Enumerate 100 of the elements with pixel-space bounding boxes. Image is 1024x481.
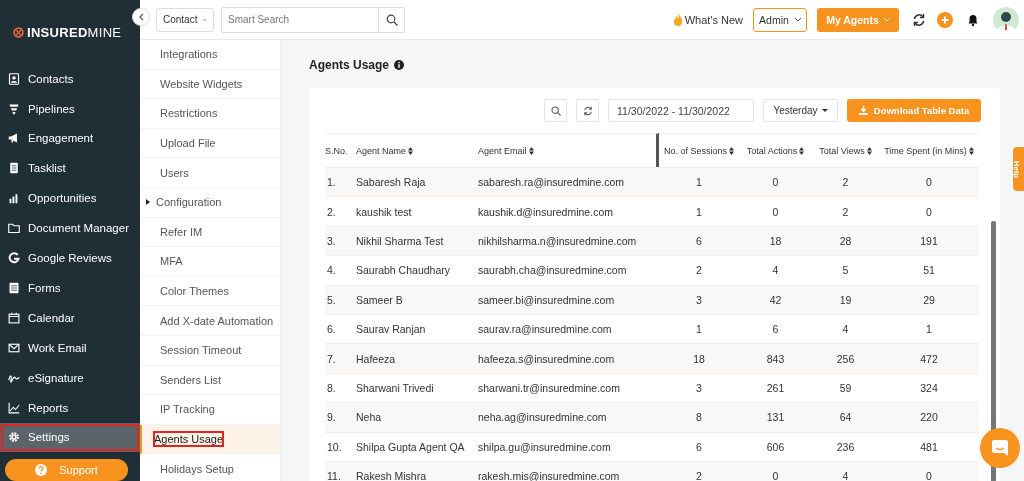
sort-icon[interactable]: [729, 146, 734, 155]
sidebar-item[interactable]: Contacts: [0, 63, 140, 94]
flame-icon: [672, 13, 683, 26]
table-cell: 1: [696, 323, 702, 336]
submenu-item[interactable]: Holidays Setup: [140, 454, 280, 481]
folder-icon: [8, 222, 20, 235]
refresh-icon[interactable]: [912, 12, 926, 27]
bell-icon[interactable]: [966, 12, 980, 27]
table-cell: saurav.ra@insuredmine.com: [478, 323, 612, 336]
caret-icon: [883, 17, 890, 22]
submenu-item[interactable]: Website Widgets: [140, 69, 280, 100]
whats-new-link[interactable]: What's New: [672, 13, 743, 26]
submenu-item[interactable]: Add X-date Automation: [140, 306, 280, 336]
table-cell: 1: [696, 176, 702, 189]
chart-icon: [8, 401, 20, 414]
g-icon: [8, 252, 20, 265]
column-header[interactable]: No. of Sessions: [664, 145, 727, 156]
calendar-icon: [8, 311, 20, 324]
table-cell: 18: [769, 234, 782, 247]
submenu-item[interactable]: Users: [140, 158, 280, 188]
column-header[interactable]: Agent Email: [478, 145, 527, 156]
sort-icon[interactable]: [799, 146, 805, 155]
sort-icon[interactable]: [528, 146, 534, 155]
sidebar-item[interactable]: Google Reviews: [0, 243, 140, 273]
sort-icon[interactable]: [408, 146, 414, 155]
bars-icon: [8, 192, 20, 205]
search-button[interactable]: [544, 99, 567, 122]
table-cell: 220: [920, 411, 938, 424]
column-header[interactable]: Time Spent (in Mins): [884, 145, 967, 156]
sidebar-item[interactable]: Settings: [0, 422, 140, 453]
table-cell: 261: [766, 381, 785, 394]
submenu-item[interactable]: MFA: [140, 247, 280, 277]
column-header[interactable]: Total Views: [819, 145, 865, 156]
info-icon[interactable]: [394, 60, 405, 70]
table-cell: 28: [839, 234, 852, 247]
sort-icon[interactable]: [968, 146, 974, 155]
contacts-icon: [8, 72, 20, 85]
search-button[interactable]: [378, 7, 404, 32]
submenu-item[interactable]: IP Tracking: [140, 395, 280, 425]
table-cell: Hafeeza: [356, 352, 396, 365]
table-cell: 6: [696, 440, 702, 453]
submenu-item[interactable]: Color Themes: [140, 276, 280, 307]
sidebar-item[interactable]: Reports: [0, 392, 140, 423]
submenu-item[interactable]: Integrations: [140, 40, 280, 70]
table-cell: 5: [842, 264, 849, 277]
column-header[interactable]: Total Actions: [746, 145, 798, 156]
table-cell: Nikhil Sharma Test: [356, 234, 444, 247]
search-icon: [385, 13, 398, 26]
sidebar-item[interactable]: Opportunities: [0, 183, 140, 214]
sidebar-item[interactable]: Tasklist: [0, 153, 140, 184]
logo-icon: [13, 27, 24, 39]
table-cell: 131: [766, 411, 785, 424]
period-dropdown[interactable]: Yesterday: [763, 99, 838, 122]
table-cell: Neha: [356, 411, 382, 424]
date-range-field[interactable]: 11/30/2022 - 11/30/2022: [608, 99, 754, 122]
avatar[interactable]: [993, 6, 1019, 33]
submenu-item[interactable]: Configuration: [140, 187, 280, 218]
submenu-item[interactable]: Session Timeout: [140, 335, 280, 366]
table-cell: 3.: [327, 234, 336, 247]
sidebar-item[interactable]: Engagement: [0, 123, 140, 154]
gear-icon: [8, 431, 20, 444]
submenu-item[interactable]: Refer IM: [140, 217, 280, 248]
sidebar-item[interactable]: Pipelines: [0, 93, 140, 124]
page-title: Agents Usage: [309, 58, 390, 72]
column-header[interactable]: S.No.: [325, 145, 348, 156]
sidebar-item[interactable]: Work Email: [0, 332, 140, 363]
table-cell: 843: [766, 352, 785, 365]
table-cell: Shilpa Gupta Agent QA: [356, 440, 465, 453]
table-cell: 6.: [327, 323, 336, 336]
table-cell: 0: [926, 176, 932, 189]
table-cell: 7.: [327, 352, 336, 365]
submenu-item[interactable]: Restrictions: [140, 99, 280, 129]
column-header[interactable]: Agent Name: [356, 145, 407, 156]
table-cell: Saurav Ranjan: [356, 323, 426, 336]
scope-dropdown[interactable]: Contact: [156, 7, 214, 32]
table-cell: saurabh.cha@insuredmine.com: [478, 264, 627, 277]
sidebar-item[interactable]: Forms: [0, 273, 140, 303]
table-cell: 4: [842, 323, 849, 336]
refresh-button[interactable]: [576, 99, 599, 122]
table-cell: 0: [772, 176, 779, 189]
brand-name: INSUREDMINE: [27, 25, 122, 41]
form-icon: [8, 281, 20, 294]
sidebar-item[interactable]: eSignature: [0, 362, 140, 393]
table-cell: kaushik test: [356, 205, 412, 218]
submenu-item[interactable]: Upload File: [140, 128, 280, 159]
sidebar-item[interactable]: Calendar: [0, 302, 140, 333]
role-dropdown[interactable]: Admin: [753, 7, 807, 32]
submenu-item[interactable]: Agents Usage: [140, 424, 280, 455]
sidebar-item[interactable]: Document Manager: [0, 213, 140, 244]
chat-icon: [991, 439, 1009, 457]
submenu-item[interactable]: Senders List: [140, 365, 280, 396]
table-cell: 3: [696, 381, 702, 394]
table-cell: 324: [920, 381, 938, 394]
table-cell: 6: [696, 234, 702, 247]
search-field[interactable]: Smart Search: [221, 6, 405, 33]
table-cell: 2.: [327, 205, 336, 218]
sort-icon[interactable]: [866, 146, 872, 155]
table-cell: Saurabh Chaudhary: [356, 264, 450, 277]
refresh-icon: [582, 105, 593, 116]
table-cell: Sharwani Trivedi: [356, 381, 434, 394]
